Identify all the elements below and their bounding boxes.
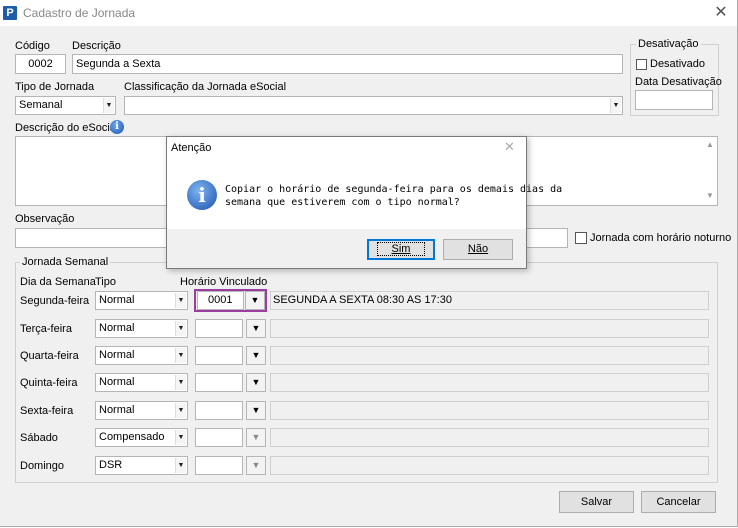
tipo-select[interactable]: Compensado ▼ [95,428,188,447]
desativado-checkbox[interactable] [636,59,647,70]
col-horario-header: Horário Vinculado [180,276,268,288]
chevron-down-icon: ▼ [610,98,621,113]
tipo-select[interactable]: Normal ▼ [95,319,188,338]
tipo-value: Compensado [99,431,165,443]
descricao-label: Descrição [72,40,121,52]
horario-desc: SEGUNDA A SEXTA 08:30 AS 17:30 [270,291,709,310]
tipo-value: Normal [99,376,135,388]
desc-esocial-label: Descrição do eSocial [15,122,119,134]
tipo-select[interactable]: Normal ▼ [95,346,188,365]
dialog-footer: Sim Não [167,229,526,268]
cancel-button[interactable]: Cancelar [641,491,716,513]
horario-desc [270,401,709,420]
horario-desc [270,373,709,392]
tipo-jornada-value: Semanal [19,99,63,111]
chevron-down-icon[interactable]: ▼ [246,373,266,392]
horario-desc [270,319,709,338]
app-icon: P [3,6,17,20]
close-icon[interactable]: ✕ [708,2,734,24]
horario-field[interactable] [195,319,243,338]
chevron-down-icon: ▼ [175,375,186,390]
chevron-down-icon: ▼ [246,456,266,475]
chevron-down-icon: ▼ [246,428,266,447]
day-label: Domingo [20,460,65,472]
info-icon[interactable]: i [110,120,124,134]
horario-field[interactable] [195,346,243,365]
day-label: Quinta-feira [20,377,78,389]
tipo-select[interactable]: Normal ▼ [95,401,188,420]
data-desativacao-label: Data Desativação [635,76,722,88]
chevron-down-icon: ▼ [175,321,186,336]
desativado-label: Desativado [650,58,706,70]
tipo-value: Normal [99,404,135,416]
chevron-down-icon: ▼ [175,403,186,418]
col-dia-header: Dia da Semana [20,276,96,288]
scroll-up-icon[interactable]: ▲ [704,140,716,149]
tipo-select[interactable]: Normal ▼ [95,291,188,310]
col-tipo-header: Tipo [95,276,116,288]
horario-field[interactable] [195,456,243,475]
codigo-label: Código [15,40,50,52]
tipo-value: Normal [99,349,135,361]
data-desativacao-field[interactable] [635,90,713,110]
tipo-jornada-label: Tipo de Jornada [15,81,95,93]
horario-desc [270,456,709,475]
chevron-down-icon[interactable]: ▼ [246,401,266,420]
title-bar: P Cadastro de Jornada ✕ [0,0,737,26]
info-icon: i [187,180,217,210]
textarea-scrollbar[interactable]: ▲ ▼ [704,138,716,204]
horario-field[interactable]: 0001 [197,291,244,310]
confirm-dialog: Atenção ✕ i Copiar o horário de segunda-… [166,136,562,269]
yes-button[interactable]: Sim [367,239,435,260]
tipo-value: Normal [99,322,135,334]
chevron-down-icon: ▼ [103,98,114,113]
no-button[interactable]: Não [443,239,513,260]
descricao-field[interactable]: Segunda a Sexta [72,54,623,74]
chevron-down-icon[interactable]: ▼ [246,346,266,365]
horario-desc [270,428,709,447]
chevron-down-icon[interactable]: ▼ [246,319,266,338]
classificacao-label: Classificação da Jornada eSocial [124,81,287,93]
dialog-title: Atenção [171,142,212,154]
chevron-down-icon: ▼ [175,458,186,473]
jornada-semanal-legend: Jornada Semanal [20,256,111,268]
save-button[interactable]: Salvar [559,491,634,513]
observacao-label: Observação [15,213,75,225]
tipo-select[interactable]: DSR ▼ [95,456,188,475]
dialog-message-line1: Copiar o horário de segunda-feira para o… [225,184,563,195]
codigo-field[interactable]: 0002 [15,54,66,74]
horario-desc [270,346,709,365]
chevron-down-icon: ▼ [175,430,186,445]
chevron-down-icon: ▼ [175,348,186,363]
horario-field[interactable] [195,428,243,447]
day-label: Quarta-feira [20,350,79,362]
scroll-down-icon[interactable]: ▼ [704,191,716,200]
yes-label: Sim [376,242,426,256]
window-title: Cadastro de Jornada [23,6,136,20]
chevron-down-icon[interactable]: ▼ [245,291,265,310]
tipo-jornada-select[interactable]: Semanal ▼ [15,96,116,115]
noturno-label: Jornada com horário noturno [590,232,732,244]
day-label: Sexta-feira [20,405,74,417]
desativacao-legend: Desativação [636,38,701,50]
dialog-close-icon[interactable]: ✕ [504,139,515,155]
horario-field[interactable] [195,401,243,420]
day-label: Terça-feira [20,323,72,335]
tipo-value: Normal [99,294,135,306]
dialog-message-line2: semana que estiverem com o tipo normal? [225,197,460,208]
classificacao-select[interactable]: ▼ [124,96,623,115]
day-label: Sábado [20,432,58,444]
tipo-value: DSR [99,459,123,471]
chevron-down-icon: ▼ [175,293,186,308]
noturno-checkbox[interactable] [575,232,587,244]
day-label: Segunda-feira [20,295,90,307]
horario-field[interactable] [195,373,243,392]
tipo-select[interactable]: Normal ▼ [95,373,188,392]
